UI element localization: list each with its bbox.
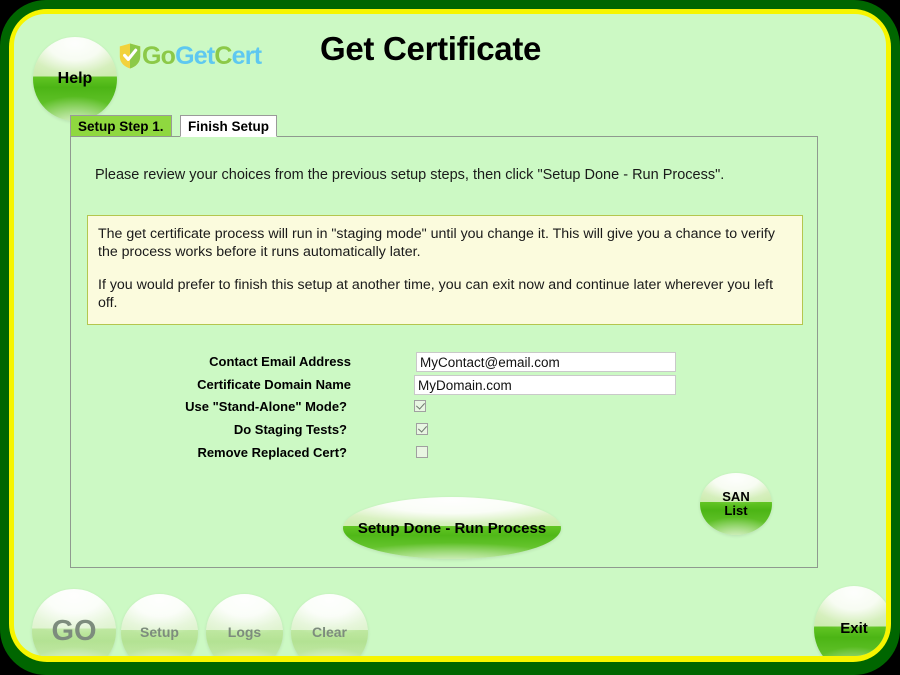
application-window: Help GoGetCert Get Certificate Setup Ste… [0,0,900,675]
remove-replaced-cert-row: Remove Replaced Cert? [197,444,619,467]
tab-setup-step-1[interactable]: Setup Step 1. [70,115,172,137]
staging-tests-row: Do Staging Tests? [199,421,619,444]
brand-logo: GoGetCert [119,39,262,73]
tab-finish-setup[interactable]: Finish Setup [180,115,277,137]
staging-notice-paragraph-2: If you would prefer to finish this setup… [98,276,774,312]
tab-setup-step-1-label: Setup Step 1. [78,118,164,134]
setup-done-run-process-button[interactable]: Setup Done - Run Process [343,497,561,559]
setup-button[interactable]: Setup [121,594,198,656]
staging-notice-paragraph-1: The get certificate process will run in … [98,226,775,261]
go-button[interactable]: GO [32,589,116,656]
settings-form: Contact Email Address Certificate Domain… [185,352,676,467]
san-list-line-2: List [724,503,748,518]
exit-button[interactable]: Exit [814,586,886,656]
tab-finish-setup-label: Finish Setup [188,118,269,134]
certificate-domain-row: Certificate Domain Name [197,375,676,398]
certificate-domain-input[interactable] [414,375,676,395]
remove-replaced-cert-label: Remove Replaced Cert? [197,445,347,460]
san-list-button[interactable]: SAN List [700,473,772,535]
certificate-domain-label: Certificate Domain Name [197,377,351,392]
header: Help GoGetCert Get Certificate [14,14,886,121]
review-instruction-text: Please review your choices from the prev… [95,167,725,183]
contact-email-label: Contact Email Address [209,354,351,369]
exit-button-label: Exit [840,620,868,638]
brand-wordmark: GoGetCert [142,41,262,71]
stand-alone-mode-checkbox[interactable] [414,400,426,412]
staging-mode-notice: The get certificate process will run in … [87,215,803,325]
page-title: Get Certificate [320,30,542,67]
remove-replaced-cert-checkbox[interactable] [416,446,428,458]
finish-setup-panel: Please review your choices from the prev… [70,136,818,568]
logs-button-label: Logs [227,624,262,641]
brand-part-ert: ert [231,41,262,70]
brand-part-c: C [214,41,232,70]
staging-tests-checkbox[interactable] [416,423,428,435]
stand-alone-mode-row: Use "Stand-Alone" Mode? [185,398,619,421]
stand-alone-mode-label: Use "Stand-Alone" Mode? [185,399,347,414]
go-button-label: GO [51,614,97,647]
san-list-button-label: SAN List [722,490,749,517]
contact-email-row: Contact Email Address [199,352,676,375]
contact-email-input[interactable] [416,352,676,372]
clear-button-label: Clear [311,624,348,641]
clear-button[interactable]: Clear [291,594,368,656]
setup-done-run-process-label: Setup Done - Run Process [357,519,547,537]
help-button[interactable]: Help [33,37,117,121]
shield-check-icon [119,43,141,69]
brand-part-go: Go [142,41,176,70]
brand-part-get: Get [175,41,215,70]
help-button-label: Help [57,69,93,87]
logs-button[interactable]: Logs [206,594,283,656]
staging-tests-label: Do Staging Tests? [233,422,347,437]
window-content-area: Help GoGetCert Get Certificate Setup Ste… [14,14,886,656]
setup-button-label: Setup [140,624,179,641]
